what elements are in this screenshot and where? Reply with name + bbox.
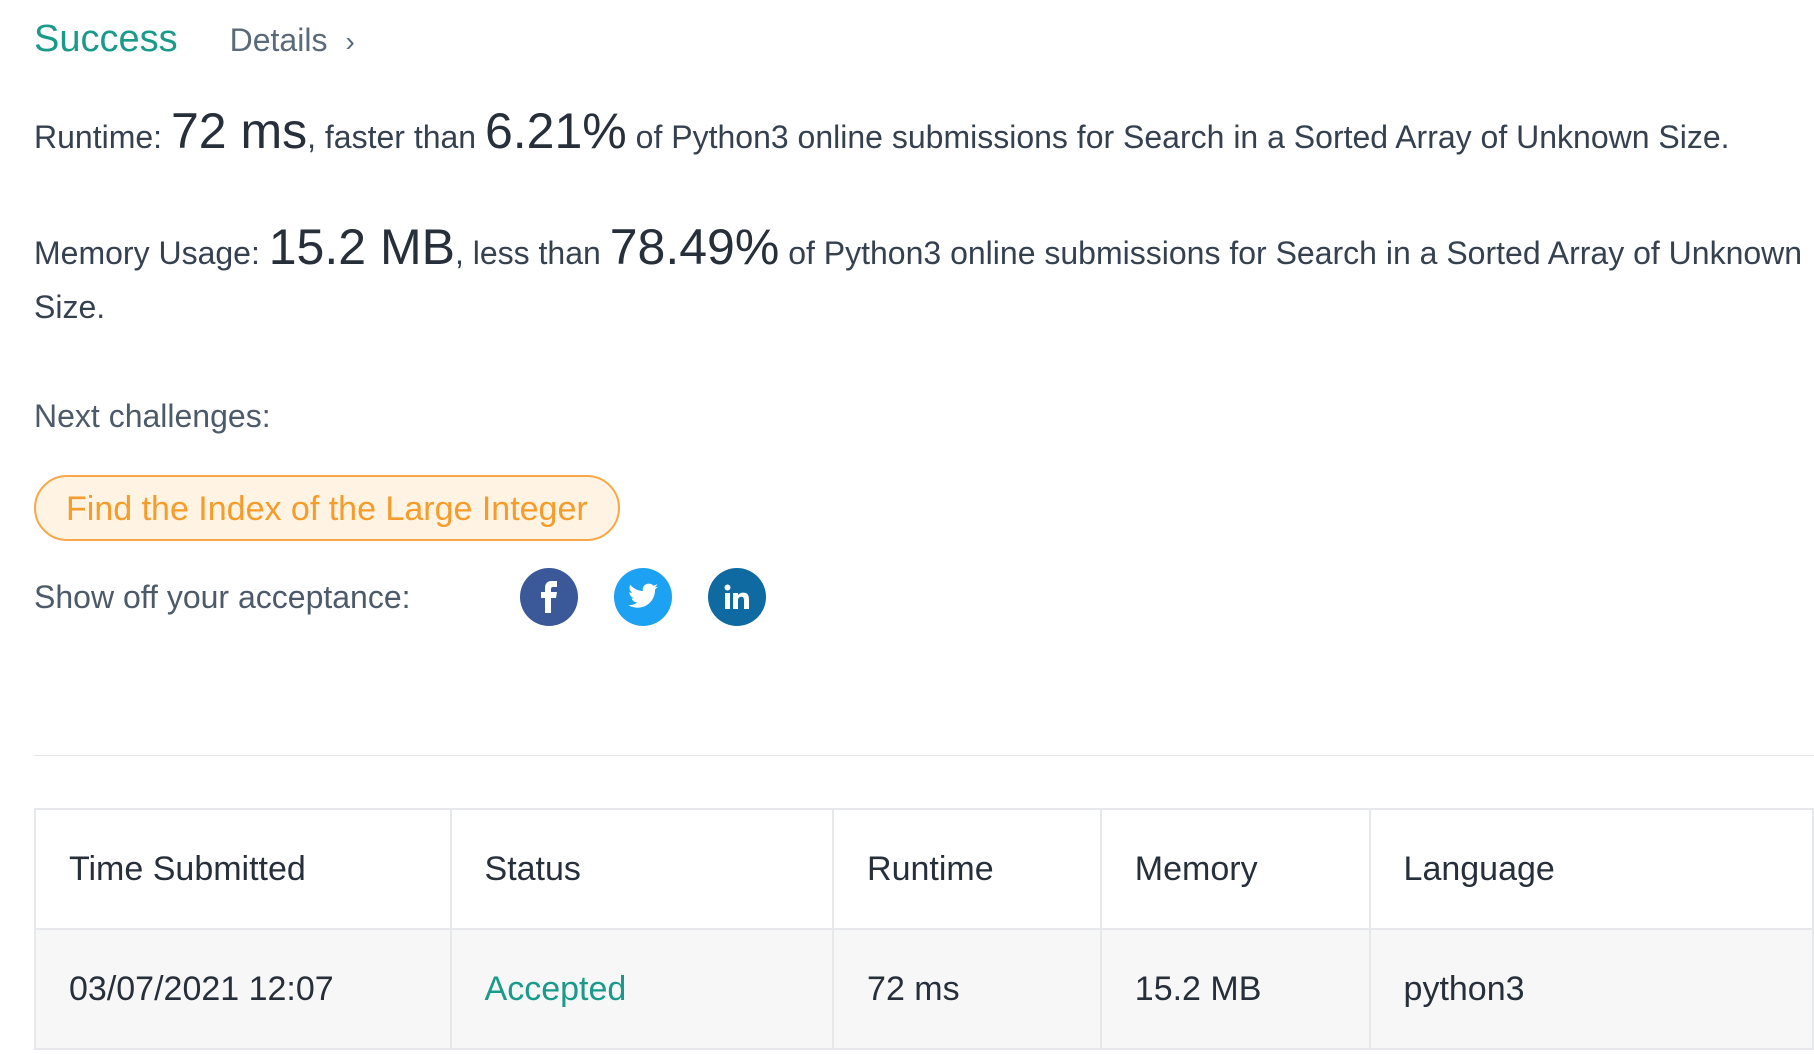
header-status: Status (449, 808, 835, 930)
header-memory: Memory (1099, 808, 1371, 930)
status-title: Success (34, 18, 178, 60)
section-divider (34, 755, 1814, 756)
details-label: Details (229, 22, 328, 58)
next-challenges-label: Next challenges: (34, 398, 271, 434)
runtime-suffix: of Python3 online submissions for Search… (626, 119, 1730, 155)
share-label: Show off your acceptance: (34, 578, 411, 615)
runtime-stat: Runtime: 72 ms, faster than 6.21% of Pyt… (34, 104, 1814, 164)
cell-time-submitted: 03/07/2021 12:07 (34, 928, 452, 1050)
table-header-row: Time Submitted Status Runtime Memory Lan… (34, 808, 1814, 930)
linkedin-icon[interactable] (708, 568, 766, 626)
share-row: Show off your acceptance: (34, 567, 1814, 627)
twitter-icon[interactable] (614, 568, 672, 626)
cell-language: python3 (1368, 928, 1814, 1050)
next-challenge-button[interactable]: Find the Index of the Large Integer (34, 475, 620, 541)
table-row: 03/07/2021 12:07 Accepted 72 ms 15.2 MB … (34, 928, 1814, 1050)
runtime-comparison: , faster than (307, 119, 477, 155)
memory-percent: 78.49% (609, 219, 780, 275)
chevron-right-icon: › (345, 26, 355, 57)
cell-memory: 15.2 MB (1099, 928, 1371, 1050)
header-runtime: Runtime (832, 808, 1102, 930)
header-time-submitted: Time Submitted (34, 808, 452, 930)
runtime-percent: 6.21% (484, 103, 627, 159)
memory-value: 15.2 MB (268, 219, 455, 275)
result-header: Success Details › (34, 18, 1814, 64)
cell-status-link[interactable]: Accepted (449, 928, 835, 1050)
memory-stat: Memory Usage: 15.2 MB, less than 78.49% … (34, 220, 1814, 334)
header-language: Language (1368, 808, 1814, 930)
submissions-table: Time Submitted Status Runtime Memory Lan… (34, 808, 1814, 1050)
memory-comparison: , less than (454, 235, 601, 271)
facebook-icon[interactable] (520, 568, 578, 626)
submission-result-page: Success Details › Runtime: 72 ms, faster… (34, 0, 1814, 627)
cell-runtime: 72 ms (832, 928, 1102, 1050)
runtime-label: Runtime: (34, 119, 163, 155)
runtime-value: 72 ms (170, 103, 308, 159)
memory-label: Memory Usage: (34, 235, 260, 271)
details-link[interactable]: Details › (230, 22, 355, 59)
